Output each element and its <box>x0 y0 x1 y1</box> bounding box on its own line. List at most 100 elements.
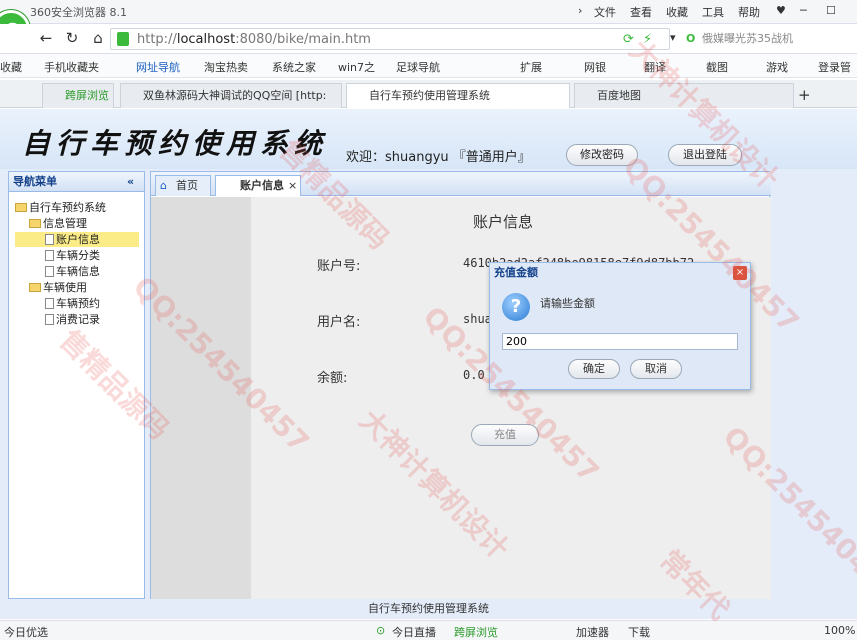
minimize-icon[interactable]: ─ <box>800 4 807 17</box>
search-input[interactable]: O 俄媒曝光苏35战机 <box>682 28 857 50</box>
app-header: 自行车预约使用系统 欢迎：shuangyu 『普通用户』 修改密码 退出登陆 <box>0 109 857 169</box>
menu-tools[interactable]: 工具 <box>702 4 724 20</box>
balance-label: 余额: <box>317 371 348 386</box>
amount-input[interactable] <box>502 333 738 350</box>
dialog-message: 请输些金额 <box>540 297 595 310</box>
nav-title: 导航菜单 <box>13 175 57 188</box>
status-zoom[interactable]: 100% <box>824 624 855 637</box>
url-prefix: http:// <box>137 32 177 47</box>
app-footer: 自行车预约使用管理系统 <box>0 599 857 619</box>
cancel-button[interactable]: 取消 <box>630 359 682 379</box>
browser-title-bar: 360安全浏览器 8.1 › 文件 查看 收藏 工具 帮助 ♥ ─ ☐ <box>0 0 857 24</box>
browser-tab-bike-system[interactable]: 自行车预约使用管理系统 <box>346 83 570 108</box>
skin-icon[interactable]: ♥ <box>776 4 786 17</box>
account-heading: 账户信息 <box>473 213 534 231</box>
status-play-icon: ⊙ <box>376 624 386 637</box>
status-accelerator[interactable]: 加速器 <box>576 624 609 640</box>
bookmark-mobile[interactable]: 手机收藏夹 <box>44 59 99 75</box>
bookmark-system[interactable]: 系统之家 <box>272 59 316 75</box>
menu-file[interactable]: 文件 <box>594 4 616 20</box>
folder-icon <box>29 219 41 228</box>
bookmark-translate[interactable]: 翻译 <box>644 59 666 75</box>
username-label: 用户名: <box>317 315 361 330</box>
bookmark-taobao[interactable]: 淘宝热卖 <box>204 59 248 75</box>
bookmark-favorites[interactable]: 收藏 <box>0 59 22 75</box>
folder-icon <box>15 203 27 212</box>
new-tab-icon[interactable]: + <box>798 86 811 104</box>
close-icon[interactable]: × <box>733 266 747 280</box>
file-icon <box>45 266 54 277</box>
account-content: 账户信息 账户号: 4610b2ad2af248be98158e7f9d87bb… <box>251 197 771 600</box>
browser-tab-bar: 跨屏浏览 双鱼林源码大神调试的QQ空间 [http: 自行车预约使用管理系统 百… <box>0 80 857 108</box>
menu-view[interactable]: 查看 <box>630 4 652 20</box>
bookmark-nav[interactable]: 网址导航 <box>136 59 180 75</box>
refresh-icon[interactable]: ↻ <box>62 28 82 48</box>
tree-group-usage[interactable]: 车辆使用 <box>29 280 87 295</box>
address-bar: ← ↻ ⌂ http://localhost:8080/bike/main.ht… <box>0 24 857 54</box>
bookmarks-bar: 收藏 手机收藏夹 网址导航 淘宝热卖 系统之家 win7之 足球导航 扩展 网银… <box>0 54 857 78</box>
bookmark-win7[interactable]: win7之 <box>338 59 375 75</box>
nav-sidebar: 导航菜单 « 自行车预约系统 信息管理 账户信息 车辆分类 车辆信息 车辆使用 … <box>8 171 145 599</box>
tab-home[interactable]: ⌂ 首页 <box>155 175 211 196</box>
bookmark-football[interactable]: 足球导航 <box>396 59 440 75</box>
url-input[interactable]: http://localhost:8080/bike/main.htm ⟳ ⚡ <box>110 28 670 50</box>
status-download[interactable]: 下载 <box>628 624 650 640</box>
welcome-text: 欢迎：shuangyu 『普通用户』 <box>346 150 531 165</box>
question-icon: ? <box>502 293 530 321</box>
browser-tab-qqzone[interactable]: 双鱼林源码大神调试的QQ空间 [http: <box>120 83 342 108</box>
status-live[interactable]: 今日直播 <box>392 624 436 640</box>
recharge-button[interactable]: 充值 <box>471 424 539 446</box>
tree-item-reservation[interactable]: 车辆预约 <box>45 296 100 311</box>
back-menu-icon[interactable]: › <box>578 4 582 17</box>
bookmark-login[interactable]: 登录管 <box>818 59 851 75</box>
file-icon <box>45 298 54 309</box>
change-password-button[interactable]: 修改密码 <box>566 144 638 166</box>
tab-account-info[interactable]: 账户信息 × <box>215 175 301 196</box>
dialog-title: 充值金额 <box>494 266 538 279</box>
file-icon <box>45 314 54 325</box>
tree-root[interactable]: 自行车预约系统 <box>15 200 106 215</box>
bookmark-bank[interactable]: 网银 <box>584 59 606 75</box>
tree-item-category[interactable]: 车辆分类 <box>45 248 100 263</box>
close-tab-icon[interactable]: × <box>288 179 297 192</box>
menu-favorites[interactable]: 收藏 <box>666 4 688 20</box>
browser-tab-crossscreen[interactable]: 跨屏浏览 <box>42 83 114 108</box>
app-title: 自行车预约使用系统 <box>22 127 329 160</box>
folder-icon <box>29 283 41 292</box>
recharge-dialog: 充值金额 × ? 请输些金额 确定 取消 <box>489 262 751 390</box>
url-host: localhost <box>176 32 236 47</box>
bookmark-screenshot[interactable]: 截图 <box>706 59 728 75</box>
maximize-icon[interactable]: ☐ <box>826 4 836 17</box>
tree-group-info[interactable]: 信息管理 <box>29 216 87 231</box>
browser-status-bar: 今日优选 ⊙ 今日直播 跨屏浏览 加速器 下载 100% <box>0 620 857 640</box>
logout-button[interactable]: 退出登陆 <box>668 144 742 166</box>
browser-tab-baidu-map[interactable]: 百度地图 <box>574 83 794 108</box>
file-icon <box>45 250 54 261</box>
tree-item-consumption[interactable]: 消费记录 <box>45 312 100 327</box>
dropdown-icon[interactable]: ▾ <box>670 31 676 44</box>
home-icon: ⌂ <box>160 179 167 192</box>
ok-button[interactable]: 确定 <box>568 359 620 379</box>
balance-value: 0.0 <box>463 368 485 382</box>
reload-circle-icon[interactable]: ⟳ <box>623 32 634 47</box>
bookmark-games[interactable]: 游戏 <box>766 59 788 75</box>
url-path: :8080/bike/main.htm <box>235 32 371 47</box>
browser-title: 360安全浏览器 8.1 <box>30 6 127 19</box>
status-daily-picks[interactable]: 今日优选 <box>4 624 48 640</box>
main-tab-bar: ⌂ 首页 账户信息 × <box>151 172 771 196</box>
status-crossscreen[interactable]: 跨屏浏览 <box>454 624 498 640</box>
tree-item-vehicle[interactable]: 车辆信息 <box>45 264 100 279</box>
secure-shield-icon <box>117 32 129 46</box>
tree-item-account[interactable]: 账户信息 <box>15 232 139 247</box>
collapse-icon[interactable]: « <box>127 172 134 192</box>
search-engine-icon: O <box>686 32 696 45</box>
bookmark-extensions[interactable]: 扩展 <box>520 59 542 75</box>
home-icon[interactable]: ⌂ <box>88 28 108 48</box>
back-icon[interactable]: ← <box>36 28 56 48</box>
menu-help[interactable]: 帮助 <box>738 4 760 20</box>
account-id-label: 账户号: <box>317 259 361 274</box>
file-icon <box>45 234 54 245</box>
username-value: shua <box>463 312 492 326</box>
search-placeholder: 俄媒曝光苏35战机 <box>702 32 793 45</box>
speed-icon[interactable]: ⚡ <box>643 32 652 47</box>
